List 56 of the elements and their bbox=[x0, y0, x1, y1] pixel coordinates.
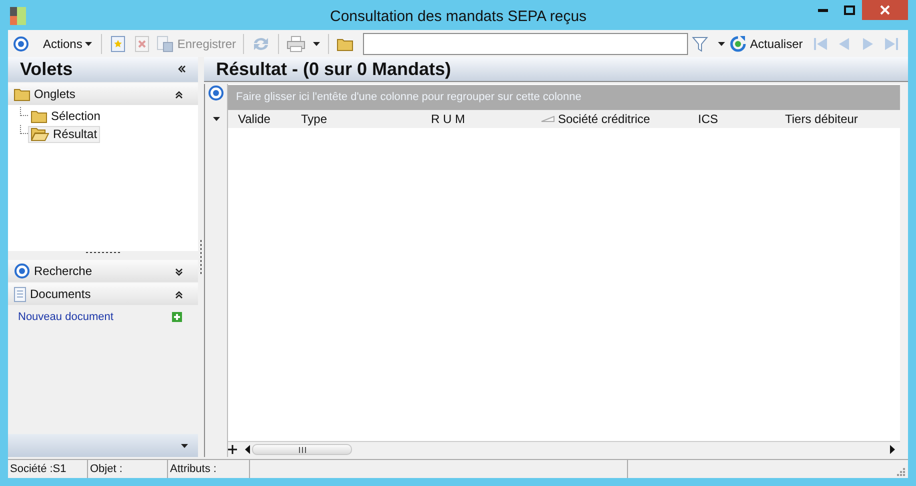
refresh-icon bbox=[730, 36, 746, 52]
collapse-icon[interactable] bbox=[177, 65, 186, 74]
column-header[interactable]: R U M bbox=[421, 110, 537, 128]
open-folder-icon bbox=[31, 127, 49, 141]
result-title: Résultat - (0 sur 0 Mandats) bbox=[216, 58, 452, 81]
tree-item[interactable]: Résultat bbox=[28, 126, 100, 142]
caret-icon[interactable] bbox=[212, 117, 220, 121]
caret-icon bbox=[85, 42, 92, 46]
printer-icon[interactable] bbox=[287, 36, 306, 52]
actions-menu[interactable]: Actions bbox=[38, 32, 98, 54]
target-icon[interactable] bbox=[208, 85, 224, 101]
section-header[interactable]: Onglets bbox=[8, 83, 198, 105]
target-icon bbox=[14, 263, 30, 279]
new-document-icon[interactable] bbox=[111, 36, 126, 52]
close-icon bbox=[880, 5, 890, 15]
caret-icon[interactable] bbox=[313, 42, 320, 46]
close-button[interactable] bbox=[862, 0, 908, 20]
app-icon bbox=[10, 6, 26, 24]
maximize-icon bbox=[844, 5, 854, 15]
filter-icon[interactable] bbox=[692, 36, 708, 52]
collapse-icon[interactable] bbox=[175, 90, 184, 98]
splitter-grip bbox=[86, 251, 120, 254]
section-header[interactable]: Recherche bbox=[8, 260, 198, 282]
column-header[interactable]: Type bbox=[291, 110, 421, 128]
minimize-icon bbox=[818, 8, 828, 12]
section-title: Recherche bbox=[34, 263, 94, 280]
section-header[interactable]: Documents bbox=[8, 283, 198, 305]
column-header[interactable]: Valide bbox=[228, 110, 291, 128]
status-text: Société :S1 bbox=[10, 462, 66, 477]
folder-icon bbox=[31, 109, 47, 123]
search-field[interactable] bbox=[363, 32, 688, 54]
status-text: Attributs : bbox=[170, 462, 216, 477]
document-icon bbox=[14, 286, 26, 302]
window-title: Consultation des mandats SEPA reçus bbox=[330, 7, 587, 27]
folder-icon bbox=[14, 87, 30, 101]
refresh-button[interactable]: Actualiser bbox=[725, 32, 808, 54]
caret-icon[interactable] bbox=[181, 444, 188, 448]
expand-icon[interactable] bbox=[175, 266, 184, 276]
group-hint: Faire glisser ici l'entête d'une colonne pour regrouper sur cette colonne bbox=[236, 90, 582, 106]
add-icon[interactable] bbox=[172, 312, 182, 322]
tree-item[interactable]: Sélection bbox=[28, 108, 104, 124]
column-header[interactable]: Société créditrice bbox=[537, 110, 688, 128]
scrollbar-thumb[interactable] bbox=[252, 444, 352, 455]
section-title: Onglets bbox=[34, 86, 76, 103]
new-document-link[interactable]: Nouveau document bbox=[18, 308, 114, 326]
target-icon[interactable] bbox=[13, 36, 29, 52]
section-title: Documents bbox=[30, 286, 92, 303]
save-icon bbox=[157, 36, 174, 52]
folder-icon[interactable] bbox=[337, 36, 354, 50]
resize-grip-icon[interactable] bbox=[897, 468, 905, 476]
column-header[interactable]: Tiers débiteur bbox=[775, 110, 875, 128]
caret-icon[interactable] bbox=[718, 42, 726, 46]
status-text: Objet : bbox=[90, 462, 122, 477]
column-header[interactable]: ICS bbox=[688, 110, 775, 128]
collapse-icon[interactable] bbox=[175, 290, 184, 298]
panel-title: Volets bbox=[20, 58, 73, 81]
